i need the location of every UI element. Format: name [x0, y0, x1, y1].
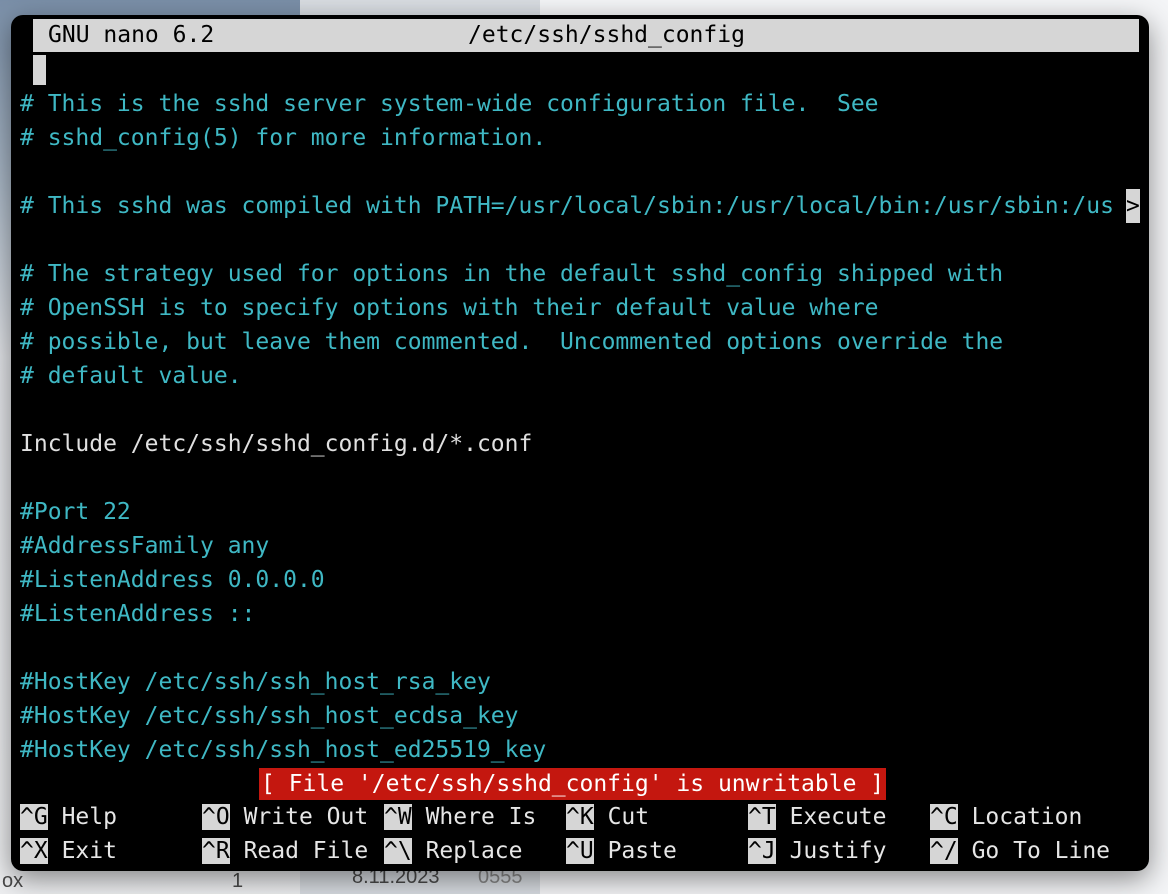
status-message: [ File '/etc/ssh/sshd_config' is unwrita… [259, 768, 887, 800]
shortcut-key: ^T [748, 804, 776, 830]
shortcut-label: Paste [607, 838, 677, 864]
editor-line[interactable]: # This is the sshd server system-wide co… [20, 87, 879, 121]
editor-line[interactable]: # sshd_config(5) for more information. [20, 121, 546, 155]
editor-line[interactable]: #ListenAddress :: [20, 597, 255, 631]
text-cursor [33, 55, 46, 85]
shortcut-label: Write Out [243, 804, 369, 830]
nano-title-bar: GNU nano 6.2 /etc/ssh/sshd_config [33, 19, 1139, 52]
shortcut-label: Exit [61, 838, 117, 864]
shortcut-paste[interactable]: ^U Paste [566, 834, 677, 868]
shortcut-key: ^X [20, 838, 48, 864]
shortcut-label: Where Is [425, 804, 537, 830]
terminal-window[interactable]: GNU nano 6.2 /etc/ssh/sshd_config # This… [11, 15, 1149, 871]
editor-line[interactable]: # default value. [20, 359, 242, 393]
editor-line[interactable]: #AddressFamily any [20, 529, 269, 563]
shortcut-label: Justify [789, 838, 887, 864]
shortcut-key: ^O [202, 804, 230, 830]
shortcut-cut[interactable]: ^K Cut [566, 800, 649, 834]
shortcut-key: ^/ [930, 838, 958, 864]
shortcut-execute[interactable]: ^T Execute [748, 800, 887, 834]
line-overflow-marker: > [1126, 189, 1140, 223]
shortcut-label: Location [971, 804, 1083, 830]
background-label-count: 1 [232, 870, 244, 892]
shortcut-where-is[interactable]: ^W Where Is [384, 800, 536, 834]
shortcut-key: ^\ [384, 838, 412, 864]
nano-file-path: /etc/ssh/sshd_config [468, 22, 745, 48]
shortcut-key: ^W [384, 804, 412, 830]
shortcut-key: ^C [930, 804, 958, 830]
shortcut-key: ^R [202, 838, 230, 864]
shortcut-read-file[interactable]: ^R Read File [202, 834, 368, 868]
shortcut-key: ^J [748, 838, 776, 864]
editor-line[interactable]: # This sshd was compiled with PATH=/usr/… [20, 189, 1114, 223]
editor-line[interactable]: #HostKey /etc/ssh/ssh_host_ed25519_key [20, 733, 546, 767]
shortcut-key: ^U [566, 838, 594, 864]
nano-app-name: GNU nano 6.2 [48, 22, 215, 48]
editor-line[interactable]: # OpenSSH is to specify options with the… [20, 291, 879, 325]
editor-line[interactable]: #ListenAddress 0.0.0.0 [20, 563, 325, 597]
shortcut-exit[interactable]: ^X Exit [20, 834, 117, 868]
shortcut-help[interactable]: ^G Help [20, 800, 117, 834]
background-label-ox: ox [2, 870, 24, 892]
shortcut-key: ^K [566, 804, 594, 830]
shortcut-label: Help [61, 804, 117, 830]
shortcut-replace[interactable]: ^\ Replace [384, 834, 523, 868]
shortcut-label: Go To Line [971, 838, 1111, 864]
shortcut-write-out[interactable]: ^O Write Out [202, 800, 368, 834]
shortcut-label: Cut [607, 804, 650, 830]
shortcut-go-to-line[interactable]: ^/ Go To Line [930, 834, 1110, 868]
shortcut-label: Execute [789, 804, 887, 830]
editor-line[interactable]: # The strategy used for options in the d… [20, 257, 1003, 291]
editor-line[interactable]: Include /etc/ssh/sshd_config.d/*.conf [20, 427, 532, 461]
editor-line[interactable]: #Port 22 [20, 495, 131, 529]
shortcut-key: ^G [20, 804, 48, 830]
shortcut-justify[interactable]: ^J Justify [748, 834, 887, 868]
shortcut-label: Replace [425, 838, 523, 864]
shortcut-location[interactable]: ^C Location [930, 800, 1082, 834]
editor-line[interactable]: # possible, but leave them commented. Un… [20, 325, 1003, 359]
editor-line[interactable]: #HostKey /etc/ssh/ssh_host_rsa_key [20, 665, 491, 699]
editor-line[interactable]: #HostKey /etc/ssh/ssh_host_ecdsa_key [20, 699, 519, 733]
shortcut-label: Read File [243, 838, 369, 864]
